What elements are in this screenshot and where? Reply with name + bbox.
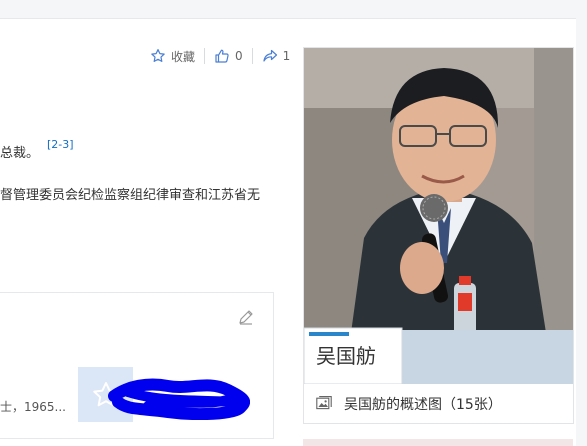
nameplate-text: 吴国舫 — [316, 344, 376, 368]
divider — [204, 48, 206, 64]
article-actions: 收藏 0 1 — [150, 46, 290, 66]
portrait-image: 吴国舫 — [304, 48, 573, 384]
paragraph-line: 督管理委员会纪检监察组纪律审查和江苏省无 — [0, 188, 261, 203]
redaction-scribble — [108, 378, 250, 420]
card-snippet: 士，1965... — [0, 400, 66, 414]
divider — [251, 48, 253, 64]
like-button[interactable]: 0 — [214, 48, 243, 64]
like-count: 0 — [235, 49, 243, 63]
edit-button[interactable] — [237, 308, 255, 326]
image-gallery-icon — [316, 395, 336, 413]
paragraph-line: 总裁。 — [0, 146, 40, 161]
pencil-icon — [239, 310, 253, 325]
photo-caption[interactable]: 吴国舫的概述图（15张） — [304, 384, 573, 423]
share-icon — [262, 48, 278, 64]
collect-button[interactable]: 收藏 — [150, 48, 195, 65]
caption-text: 吴国舫的概述图（15张） — [344, 396, 502, 413]
thumbs-up-icon — [214, 48, 230, 64]
page-edge — [576, 18, 587, 446]
summary-photo-card[interactable]: 吴国舫 吴国舫的概述图（15张） — [303, 47, 574, 424]
share-count: 1 — [282, 49, 291, 63]
share-button[interactable]: 1 — [262, 48, 291, 64]
star-icon — [150, 48, 166, 64]
top-bar — [0, 0, 587, 19]
next-section-edge — [303, 439, 573, 446]
collect-label: 收藏 — [171, 49, 196, 64]
reference-link[interactable]: [2-3] — [47, 138, 74, 151]
portrait-photo[interactable]: 吴国舫 — [304, 48, 573, 384]
